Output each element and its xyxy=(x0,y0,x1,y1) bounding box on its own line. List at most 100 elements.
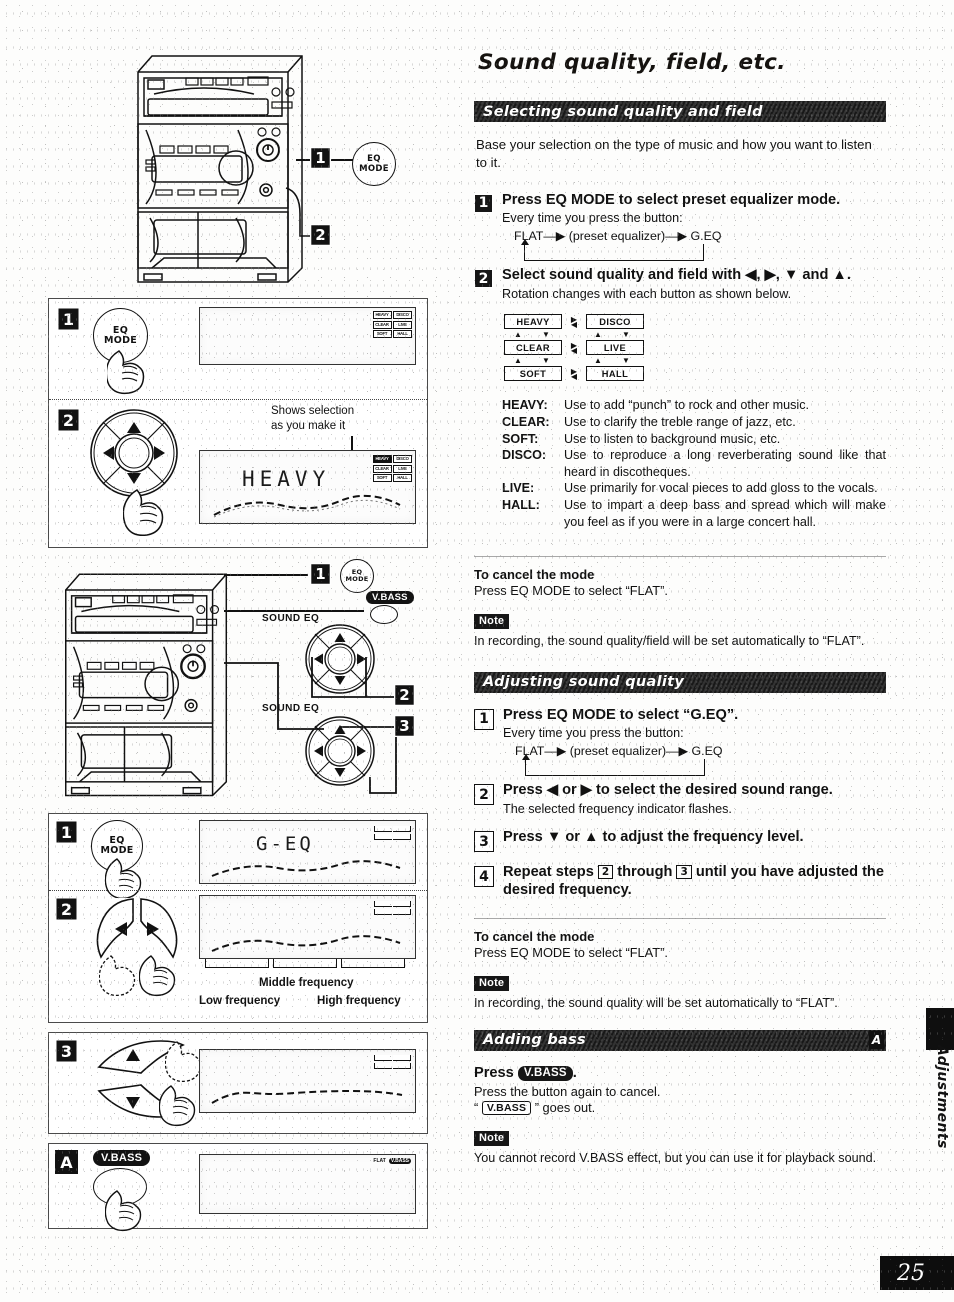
eq-curve-graphic xyxy=(211,860,401,877)
press-period: . xyxy=(572,1064,577,1081)
definition-term: LIVE: xyxy=(502,481,535,496)
cancel-heading: To cancel the mode xyxy=(474,929,595,945)
rotation-cell-soft: SOFT xyxy=(504,366,562,382)
low-frequency-label: Low frequency xyxy=(199,995,281,1007)
definition-term: DISCO: xyxy=(502,448,547,463)
panel-badge-3: 3 xyxy=(55,1039,78,1063)
step-1-1: 1 Press EQ MODE to select preset equaliz… xyxy=(474,192,886,264)
step-2-2: 2 Press ◀ or ▶ to select the desired sou… xyxy=(474,782,886,817)
eq-mode-line2: MODE xyxy=(359,164,389,174)
step-heading-mid: through xyxy=(617,864,673,881)
section-band-label: Adding bass xyxy=(483,1032,586,1049)
flow-loop-arrow xyxy=(521,239,704,262)
callout-number-1: 1 xyxy=(310,147,331,169)
rotation-diagram: HEAVY ▶ ◀ DISCO ▲ ▼ ▲ ▼ CLEAR ▶ ◀ LIVE ▲… xyxy=(504,314,650,382)
display-panel-empty: HEAVY DISCO CLEAR LIVE SOFT HALL xyxy=(199,307,416,365)
indicator-soft: SOFT xyxy=(372,330,392,338)
brace-high xyxy=(341,959,405,968)
rotation-arrows-ud-right: ▲ ▼ xyxy=(584,355,640,366)
step-subtext: Every time you press the button: xyxy=(502,211,683,226)
flow-text: FLAT—▶ (preset equalizer)—▶ G.EQ xyxy=(515,744,723,759)
indicator-live: LIVE xyxy=(393,464,412,473)
rotation-arrows-ud-right: ▲ ▼ xyxy=(584,329,640,340)
rotation-arrows-lr: ▶ ◀ xyxy=(562,341,586,354)
eq-mode-line1: EQ xyxy=(367,154,381,164)
definition-desc: Use to impart a deep bass and spread whi… xyxy=(564,498,886,529)
arrow-left-icon: ◀ xyxy=(570,345,578,355)
section-band-adjusting: Adjusting sound quality xyxy=(474,671,886,693)
indicator-disco: DISCO xyxy=(393,311,412,319)
arrow-up-icon: ▲ xyxy=(594,330,602,340)
step-heading: Press EQ MODE to select preset equalizer… xyxy=(502,191,841,208)
vbass-line2: Press the button again to cancel. xyxy=(474,1084,661,1100)
panel-badge-a: A xyxy=(55,1150,78,1174)
quote-open: “ xyxy=(474,1100,479,1116)
step-flow-diagram: FLAT—▶ (preset equalizer)—▶ G.EQ xyxy=(515,743,886,778)
step-number: 3 xyxy=(474,831,494,853)
vbass-label: V.BASS xyxy=(366,591,414,604)
pointing-hand-icon xyxy=(123,489,164,537)
vbass-button[interactable] xyxy=(370,605,398,624)
definition-row: DISCO: Use to reproduce a long reverberat… xyxy=(502,447,886,480)
display-text: HEAVY xyxy=(242,467,331,491)
definition-row: CLEAR: Use to clarify the treble range of… xyxy=(502,414,886,431)
eq-curve-graphic xyxy=(211,935,401,952)
arrow-up-icon: ▲ xyxy=(514,356,522,366)
level-indicator-graphic xyxy=(373,1055,411,1069)
figure-box-vbass: A V.BASS FLAT V.BASS xyxy=(48,1143,428,1232)
note-badge: Note xyxy=(474,1131,510,1147)
indicator-heavy: HEAVY xyxy=(372,455,392,463)
inline-step-ref-3: 3 xyxy=(676,865,692,880)
direction-pad[interactable] xyxy=(89,408,179,498)
definition-term: HEAVY: xyxy=(502,398,548,413)
step-2-3: 3 Press ▼ or ▲ to adjust the frequency l… xyxy=(474,829,886,853)
figure-panel-geq-step2: 2 Middle frequency Low frequency High fr… xyxy=(49,890,427,1023)
press-label: Press xyxy=(474,1064,514,1081)
arrow-up-icon: ▲ xyxy=(514,330,522,340)
rotation-arrows-lr: ▶ ◀ xyxy=(562,315,586,328)
definition-desc: Use to reproduce a long reverberating so… xyxy=(564,448,886,479)
step-heading: Press EQ MODE to select “G.EQ”. xyxy=(503,706,739,723)
note-text: In recording, the sound quality will be … xyxy=(474,996,838,1011)
panel-badge-1: 1 xyxy=(57,307,80,331)
eq-mode-button[interactable]: EQ MODE xyxy=(340,559,374,593)
manual-page: 1 EQ MODE 2 1 EQ MODE HEAVY DISCO CLEAR … xyxy=(0,0,954,1302)
indicator-live: LIVE xyxy=(393,320,412,329)
flat-indicator: FLAT xyxy=(373,1158,386,1164)
pointing-hand-icon-right xyxy=(139,955,176,997)
side-tab-marker xyxy=(926,1008,954,1050)
step-heading: Press ▼ or ▲ to adjust the frequency lev… xyxy=(503,829,804,846)
section-band-selecting: Selecting sound quality and field xyxy=(474,101,886,122)
step-1-2: 2 Select sound quality and field with ◀,… xyxy=(474,267,886,302)
indicator-clear: CLEAR xyxy=(372,464,392,473)
note-text: You cannot record V.BASS effect, but you… xyxy=(474,1151,877,1166)
stereo-system-illustration xyxy=(65,573,228,797)
cancel-text: Press EQ MODE to select “FLAT”. xyxy=(474,583,668,599)
indicator-clear: CLEAR xyxy=(372,320,392,329)
cancel-text: Press EQ MODE to select “FLAT”. xyxy=(474,945,668,961)
panel-badge-2: 2 xyxy=(55,897,78,921)
brace-middle xyxy=(273,959,337,968)
callout-number-2: 2 xyxy=(394,684,415,706)
panel-badge-1: 1 xyxy=(55,820,78,844)
arrow-left-icon: ◀ xyxy=(570,319,578,329)
arrow-down-icon: ▼ xyxy=(622,330,630,340)
eq-mode-line2: MODE xyxy=(100,845,134,856)
rotation-cell-hall: HALL xyxy=(586,366,644,382)
indicator-hall: HALL xyxy=(393,330,412,338)
callout-number-1: 1 xyxy=(310,563,331,585)
eq-curve-graphic xyxy=(213,494,401,518)
rotation-cell-live: LIVE xyxy=(586,340,644,356)
figure-stereo-top: 1 EQ MODE 2 xyxy=(48,34,428,292)
high-frequency-label: High frequency xyxy=(317,995,401,1007)
flow-text: FLAT—▶ (preset equalizer)—▶ G.EQ xyxy=(514,229,722,244)
step-heading: Select sound quality and field with ◀, ▶… xyxy=(502,267,851,284)
step-subtext: The selected frequency indicator flashes… xyxy=(503,801,732,816)
eq-indicator-grid: HEAVY DISCO CLEAR LIVE SOFT HALL xyxy=(372,311,412,338)
eq-mode-button-callout[interactable]: EQ MODE xyxy=(352,142,396,186)
display-panel-bands xyxy=(199,895,416,959)
definition-desc: Use to add “punch” to rock and other mus… xyxy=(564,398,810,413)
eq-curve-graphic xyxy=(211,1089,403,1104)
definition-term: SOFT: xyxy=(502,431,539,446)
vbass-keycap-small: V.BASS xyxy=(481,1101,532,1116)
